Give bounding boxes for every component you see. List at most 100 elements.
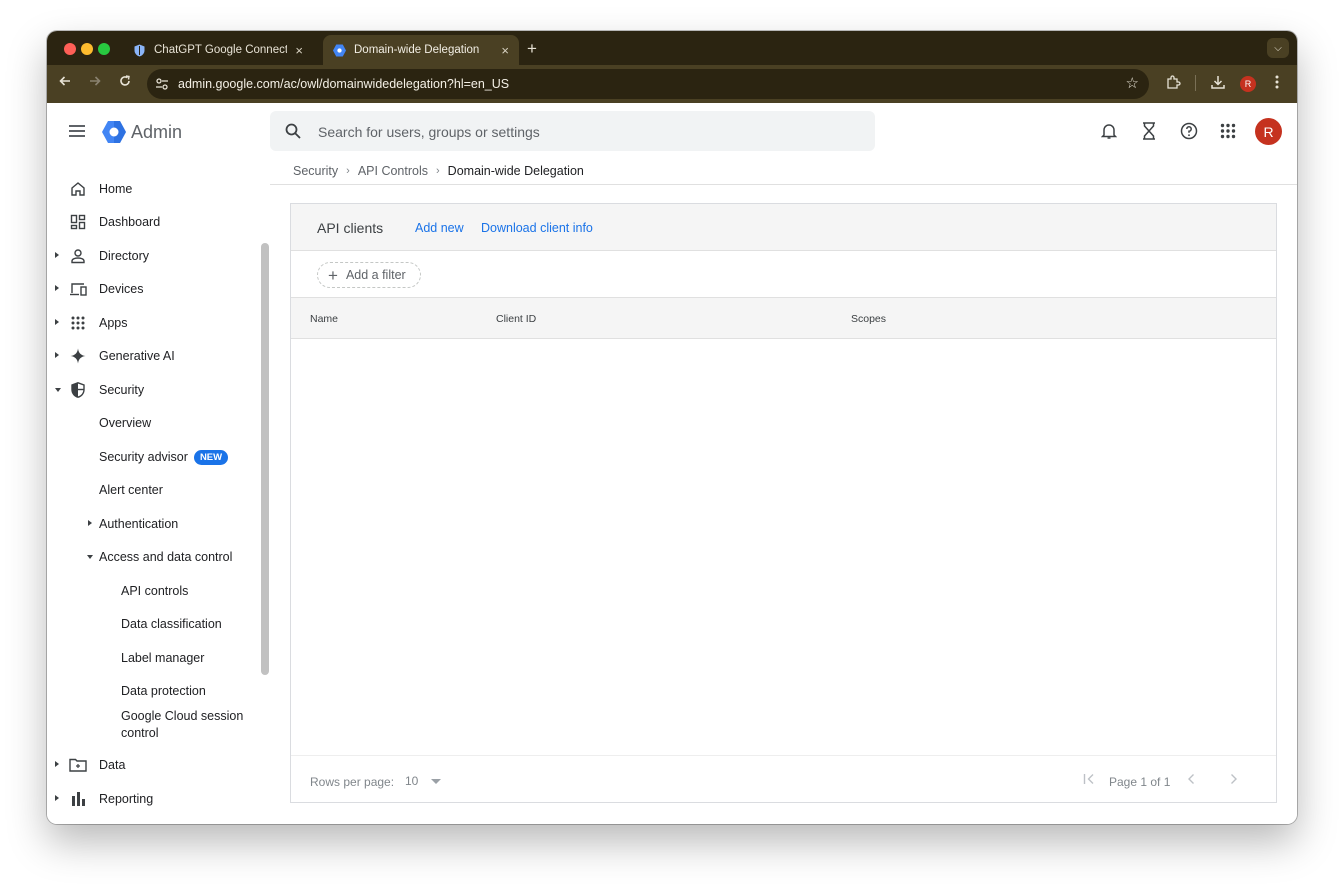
profile-avatar-small[interactable]: R [1240,76,1256,92]
add-filter-label: Add a filter [345,268,406,282]
download-client-info-button[interactable]: Download client info [481,221,593,235]
url-text[interactable]: admin.google.com/ac/owl/domainwidedelega… [178,77,509,91]
column-header-scopes[interactable]: Scopes [851,313,886,325]
sidebar-item-label: Label manager [121,651,205,665]
breadcrumb-api-controls[interactable]: API Controls [358,164,428,178]
reload-button[interactable] [119,74,131,91]
rows-per-page-select[interactable]: 10 [405,774,418,788]
sidebar-item-data-classification[interactable]: Data classification [47,609,257,639]
browser-toolbar: admin.google.com/ac/owl/domainwidedelega… [47,65,1297,103]
caret-right-icon [55,319,59,325]
bell-icon[interactable] [1099,121,1119,141]
sidebar-item-overview[interactable]: Overview [47,408,257,438]
sidebar-item-label: Directory [99,249,150,263]
browser-menu-icon[interactable] [1275,74,1279,95]
sidebar-item-reporting[interactable]: Reporting [47,784,257,814]
caret-down-icon [87,555,93,559]
bar-chart-icon [69,791,87,807]
main-menu-icon[interactable] [69,125,85,137]
sidebar-item-label: Apps [99,316,128,330]
sidebar-item-generative-ai[interactable]: Generative AI [47,341,257,371]
sidebar-item-dashboard[interactable]: Dashboard [47,207,257,237]
chevron-right-icon: › [346,165,350,177]
site-settings-icon[interactable] [155,77,169,96]
dashboard-icon [69,214,87,230]
extensions-icon[interactable] [1165,74,1181,95]
sidebar-item-security-advisor[interactable]: Security advisor NEW [47,442,257,472]
rows-per-page-label: Rows per page: [310,775,395,789]
bookmark-star-icon[interactable]: ☆ [1126,74,1139,92]
pagination-footer: Rows per page: 10 Page 1 of 1 [291,755,1276,802]
search-box[interactable]: Search for users, groups or settings [270,111,875,151]
api-clients-card: API clients Add new Download client info… [290,203,1277,803]
hourglass-icon[interactable] [1139,121,1159,141]
sidebar-item-label: Alert center [99,483,163,497]
admin-page: Admin Search for users, groups or settin… [47,103,1297,824]
sidebar-item-label: Google Cloud session [121,709,244,723]
tab-domain-wide-delegation[interactable]: Domain-wide Delegation × [323,35,519,65]
column-header-name[interactable]: Name [310,313,338,325]
address-bar[interactable]: admin.google.com/ac/owl/domainwidedelega… [147,69,1149,99]
tab-close-icon[interactable]: × [295,43,303,58]
sidebar-item-label-manager[interactable]: Label manager [47,643,257,673]
sidebar-item-label: Authentication [99,517,179,531]
sidebar-item-directory[interactable]: Directory [47,241,257,271]
shield-icon [69,382,87,398]
apps-grid-icon[interactable] [1218,121,1238,141]
new-tab-button[interactable]: + [527,39,537,59]
new-badge: NEW [193,450,229,465]
download-icon[interactable] [1210,74,1226,95]
breadcrumb-security[interactable]: Security [293,164,338,178]
admin-favicon-icon [333,44,346,57]
sidebar-scrollbar[interactable] [261,243,269,675]
chevron-right-icon: › [436,165,440,177]
page-indicator: Page 1 of 1 [1109,775,1171,789]
account-avatar[interactable]: R [1255,118,1282,145]
reload-icon [120,75,130,86]
caret-right-icon [55,285,59,291]
add-filter-button[interactable]: + Add a filter [317,262,421,288]
tab-title: ChatGPT Google Connector - [154,44,288,56]
search-input[interactable]: Search for users, groups or settings [318,124,540,140]
sidebar-item-home[interactable]: Home [47,174,257,204]
sidebar-item-access-and-data-control[interactable]: Access and data control [47,542,257,572]
sidebar-item-devices[interactable]: Devices [47,274,257,304]
first-page-icon[interactable] [1083,773,1095,788]
sidebar-item-label: Home [99,182,133,196]
header-divider [270,184,1297,185]
caret-right-icon [55,352,59,358]
next-page-icon[interactable] [1229,773,1239,788]
admin-logo-icon[interactable] [102,121,126,143]
sidebar-item-data-protection[interactable]: Data protection [47,676,257,706]
forward-button[interactable] [89,74,101,91]
column-header-client-id[interactable]: Client ID [496,313,536,325]
card-title: API clients [317,220,384,236]
sidebar-item-google-cloud-session-control[interactable]: Google Cloud session control [47,705,257,740]
sparkle-icon [69,348,87,364]
tab-close-icon[interactable]: × [501,43,509,58]
folder-icon [69,757,87,773]
sidebar-item-authentication[interactable]: Authentication [47,509,257,539]
sidebar-item-apps[interactable]: Apps [47,308,257,338]
tab-chatgpt-connector[interactable]: ChatGPT Google Connector - × [123,35,313,65]
arrow-right-icon [90,76,101,86]
close-window-button[interactable] [64,43,76,55]
search-icon [285,123,301,144]
dropdown-caret-icon[interactable] [431,779,441,784]
sidebar-item-api-controls[interactable]: API controls [47,576,257,606]
previous-page-icon[interactable] [1186,773,1196,788]
caret-down-icon [55,388,61,392]
sidebar-item-data[interactable]: Data [47,750,257,780]
person-icon [69,248,87,264]
help-icon[interactable] [1179,121,1199,141]
minimize-window-button[interactable] [81,43,93,55]
add-new-button[interactable]: Add new [415,221,464,235]
sidebar-item-security[interactable]: Security [47,375,257,405]
tab-search-button[interactable]: ⌵ [1267,38,1289,58]
maximize-window-button[interactable] [98,43,110,55]
chevron-down-icon: ⌵ [1274,42,1282,54]
sidebar-item-alert-center[interactable]: Alert center [47,475,257,505]
admin-brand-title[interactable]: Admin [131,122,182,143]
back-button[interactable] [59,74,71,91]
devices-icon [69,281,87,297]
